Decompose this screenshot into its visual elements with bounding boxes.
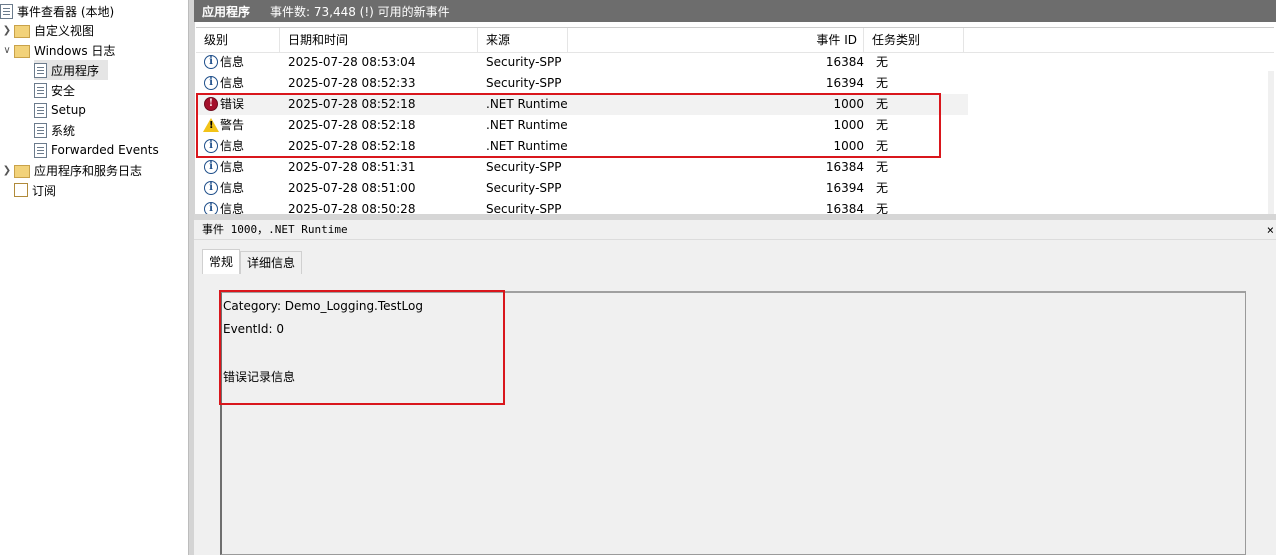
cell-level: 信息 (220, 55, 245, 69)
tree-item-subscriptions[interactable]: 订阅 (14, 180, 56, 200)
log-icon (34, 142, 47, 158)
cell-event-id: 16384 (825, 160, 864, 174)
cell-level: 信息 (220, 160, 245, 174)
table-row[interactable]: i 信息 2025-07-28 08:51:00 Security-SPP 16… (196, 178, 1274, 199)
column-datetime[interactable]: 日期和时间 (280, 28, 478, 52)
tree-item-setup[interactable]: Setup (34, 100, 86, 120)
cell-source: Security-SPP (486, 160, 562, 174)
event-viewer-icon (0, 3, 13, 19)
cell-level: 信息 (220, 181, 245, 195)
cell-level: 信息 (220, 76, 245, 90)
info-icon: i (204, 55, 218, 69)
tree-item-label: 系统 (51, 123, 76, 138)
navigation-tree: 事件查看器 (本地) ❯ 自定义视图 ∨ Windows 日志 应用程序 安全 … (0, 0, 188, 555)
log-header: 应用程序 事件数: 73,448 (!) 可用的新事件 (194, 0, 1276, 22)
event-detail-pane: 事件 1000，.NET Runtime × 常规 详细信息 Category:… (194, 220, 1276, 555)
cell-source: Security-SPP (486, 181, 562, 195)
table-row[interactable]: i 信息 2025-07-28 08:53:04 Security-SPP 16… (196, 52, 1274, 73)
cell-task: 无 (876, 76, 889, 90)
tree-item-label: 自定义视图 (34, 23, 95, 38)
table-row[interactable]: i 信息 2025-07-28 08:52:33 Security-SPP 16… (196, 73, 1274, 94)
cell-datetime: 2025-07-28 08:51:00 (288, 181, 416, 195)
tree-item-label: Forwarded Events (51, 143, 159, 157)
column-task-category[interactable]: 任务类别 (864, 28, 964, 52)
cell-source: Security-SPP (486, 76, 562, 90)
tree-item-app-service-logs[interactable]: ❯ 应用程序和服务日志 (0, 160, 142, 180)
info-icon: i (204, 76, 218, 90)
tab-details[interactable]: 详细信息 (240, 251, 303, 274)
cell-datetime: 2025-07-28 08:52:33 (288, 76, 416, 90)
close-icon[interactable]: × (1267, 220, 1274, 240)
cell-source: Security-SPP (486, 55, 562, 69)
column-headers: 级别 日期和时间 来源 事件 ID 任务类别 (196, 28, 1274, 53)
info-icon: i (204, 181, 218, 195)
column-event-id[interactable]: 事件 ID (568, 28, 864, 52)
log-icon (34, 102, 47, 118)
tree-item-windows-logs[interactable]: ∨ Windows 日志 (0, 40, 115, 60)
folder-icon (14, 25, 30, 38)
cell-event-id: 16394 (825, 181, 864, 195)
tree-item-label: 安全 (51, 83, 76, 98)
detail-tabs: 常规 详细信息 (202, 249, 303, 274)
cell-event-id: 16384 (825, 55, 864, 69)
highlight-box-details (219, 290, 505, 405)
log-icon (34, 62, 47, 78)
tree-item-application[interactable]: 应用程序 (34, 60, 108, 80)
cell-task: 无 (876, 202, 889, 215)
log-icon (34, 82, 47, 98)
cell-datetime: 2025-07-28 08:51:31 (288, 160, 416, 174)
highlight-box-rows (196, 93, 941, 158)
cell-source: Security-SPP (486, 202, 562, 215)
tab-general[interactable]: 常规 (202, 249, 241, 274)
cell-event-id: 16384 (825, 202, 864, 215)
chevron-down-icon[interactable]: ∨ (0, 45, 14, 56)
cell-task: 无 (876, 181, 889, 195)
log-title: 应用程序 (202, 4, 251, 19)
tree-item-system[interactable]: 系统 (34, 120, 75, 140)
tree-root[interactable]: 事件查看器 (本地) (0, 1, 114, 21)
chevron-right-icon[interactable]: ❯ (0, 25, 14, 36)
column-source[interactable]: 来源 (478, 28, 568, 52)
tree-item-label: Setup (51, 103, 86, 117)
list-scrollbar[interactable] (1268, 71, 1274, 215)
cell-level: 信息 (220, 202, 245, 215)
detail-header: 事件 1000，.NET Runtime × (194, 220, 1276, 240)
tree-item-forwarded-events[interactable]: Forwarded Events (34, 140, 159, 160)
event-count: 事件数: 73,448 (!) 可用的新事件 (270, 4, 450, 19)
table-row[interactable]: i 信息 2025-07-28 08:51:31 Security-SPP 16… (196, 157, 1274, 178)
subscription-icon (14, 183, 28, 197)
tree-item-custom-views[interactable]: ❯ 自定义视图 (0, 20, 94, 40)
detail-title: 事件 1000，.NET Runtime (202, 223, 348, 236)
tree-item-label: 应用程序 (51, 63, 100, 78)
tree-item-security[interactable]: 安全 (34, 80, 75, 100)
cell-datetime: 2025-07-28 08:53:04 (288, 55, 416, 69)
folder-icon (14, 45, 30, 58)
tree-root-label: 事件查看器 (本地) (17, 4, 115, 19)
tree-item-label: Windows 日志 (34, 43, 116, 58)
tree-item-label: 订阅 (32, 183, 57, 198)
folder-icon (14, 165, 30, 178)
info-icon: i (204, 160, 218, 174)
cell-event-id: 16394 (825, 76, 864, 90)
tree-item-label: 应用程序和服务日志 (34, 163, 143, 178)
main-pane: 应用程序 事件数: 73,448 (!) 可用的新事件 级别 日期和时间 来源 … (194, 0, 1276, 555)
log-icon (34, 122, 47, 138)
cell-task: 无 (876, 55, 889, 69)
table-row[interactable]: i 信息 2025-07-28 08:50:28 Security-SPP 16… (196, 199, 1274, 215)
column-level[interactable]: 级别 (196, 28, 280, 52)
cell-datetime: 2025-07-28 08:50:28 (288, 202, 416, 215)
cell-task: 无 (876, 160, 889, 174)
chevron-right-icon[interactable]: ❯ (0, 165, 14, 176)
